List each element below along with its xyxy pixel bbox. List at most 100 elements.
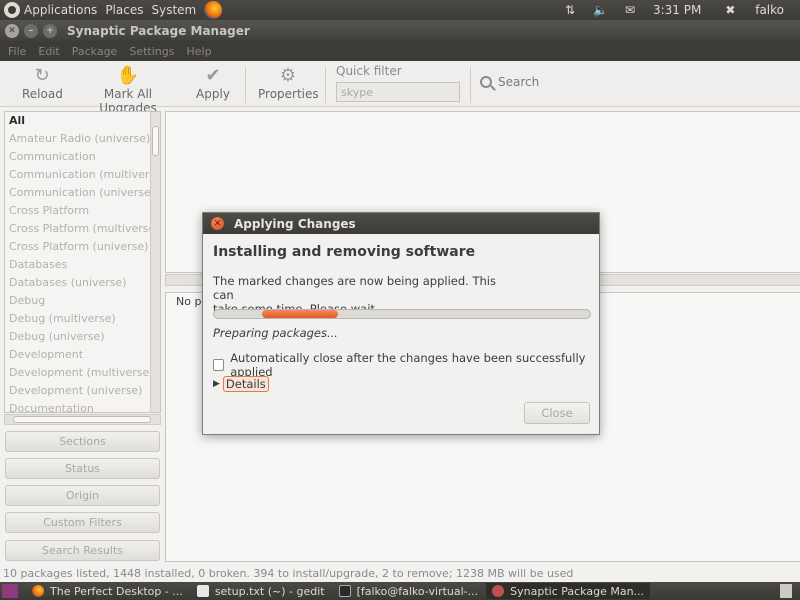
task-synaptic[interactable]: Synaptic Package Man... (486, 583, 651, 599)
section-item[interactable]: Cross Platform (multiverse) (5, 220, 160, 238)
user-menu[interactable]: ✖ falko (717, 3, 792, 17)
toolbar-separator (245, 67, 246, 103)
task-terminal[interactable]: [falko@falko-virtual-... (333, 583, 485, 599)
task-label: Synaptic Package Man... (510, 584, 645, 598)
section-item[interactable]: Documentation (5, 400, 160, 412)
sections-scrollbar[interactable] (150, 112, 160, 412)
dialog-message-line: The marked changes are now being applied… (213, 274, 496, 302)
gedit-icon (196, 585, 209, 597)
sections-filter-button[interactable]: Sections (5, 431, 160, 452)
section-item[interactable]: Development (multiverse) (5, 364, 160, 382)
menu-package[interactable]: Package (72, 45, 118, 58)
firefox-launcher-icon[interactable] (204, 1, 223, 19)
window-maximize-icon[interactable]: + (43, 23, 57, 38)
system-tray: ⇅ 🔈 ✉ 3:31 PM ✖ falko (555, 0, 800, 20)
properties-label: Properties (258, 87, 319, 101)
details-label: Details (222, 376, 269, 392)
section-item[interactable]: Cross Platform (5, 202, 160, 220)
dialog-close-icon[interactable]: ✕ (211, 217, 224, 230)
menu-edit[interactable]: Edit (38, 45, 59, 58)
description-text: No p (176, 295, 202, 308)
window-close-icon[interactable]: ✕ (5, 23, 19, 38)
top-panel: Applications Places System ⇅ 🔈 ✉ 3:31 PM… (0, 0, 800, 20)
sections-hscrollbar[interactable] (4, 414, 161, 425)
window-titlebar: ✕ – + Synaptic Package Manager (0, 20, 800, 41)
section-item[interactable]: Databases (5, 256, 160, 274)
section-item[interactable]: Databases (universe) (5, 274, 160, 292)
scrollbar-thumb[interactable] (13, 416, 151, 423)
section-item[interactable]: Communication (universe) (5, 184, 160, 202)
applying-changes-dialog: ✕ Applying Changes Installing and removi… (202, 212, 600, 435)
auto-close-option[interactable]: Automatically close after the changes ha… (213, 351, 599, 379)
auto-close-label: Automatically close after the changes ha… (230, 351, 586, 379)
window-title: Synaptic Package Manager (67, 23, 250, 38)
status-filter-button[interactable]: Status (5, 458, 160, 479)
apply-label: Apply (196, 87, 230, 101)
section-item[interactable]: All (5, 112, 160, 130)
mark-all-upgrades-button[interactable]: ✋ Mark All Upgrades (78, 65, 178, 115)
section-item[interactable]: Development (5, 346, 160, 364)
section-item[interactable]: Debug (5, 292, 160, 310)
section-item[interactable]: Communication (5, 148, 160, 166)
window-minimize-icon[interactable]: – (24, 23, 38, 38)
ubuntu-logo-icon (4, 2, 20, 18)
volume-icon[interactable]: 🔈 (593, 3, 608, 17)
toolbar-separator (325, 67, 326, 103)
task-label: [falko@falko-virtual-... (356, 584, 479, 598)
menu-file[interactable]: File (8, 45, 26, 58)
network-icon[interactable]: ⇅ (563, 3, 577, 17)
origin-filter-button[interactable]: Origin (5, 485, 160, 506)
auto-close-checkbox[interactable] (213, 359, 225, 371)
sections-list[interactable]: All Amateur Radio (universe) Communication… (4, 111, 161, 413)
task-label: setup.txt (~) - gedit (214, 584, 325, 598)
hand-icon: ✋ (116, 65, 140, 86)
expander-triangle-icon: ▶ (213, 379, 220, 389)
user-name: falko (755, 3, 784, 17)
search-button[interactable]: Search (480, 75, 539, 89)
menu-help[interactable]: Help (186, 45, 211, 58)
show-desktop-icon[interactable] (2, 584, 18, 598)
search-results-button[interactable]: Search Results (5, 540, 160, 561)
task-firefox[interactable]: The Perfect Desktop - ... (26, 583, 189, 599)
menubar: File Edit Package Settings Help (0, 41, 800, 61)
firefox-icon (32, 585, 44, 597)
quick-filter-input[interactable] (336, 82, 460, 102)
gear-icon: ⚙ (279, 65, 297, 86)
custom-filters-button[interactable]: Custom Filters (5, 512, 160, 533)
progress-status: Preparing packages... (213, 326, 338, 340)
section-item[interactable]: Debug (multiverse) (5, 310, 160, 328)
task-label: The Perfect Desktop - ... (50, 584, 183, 598)
toolbar: ↻ Reload ✋ Mark All Upgrades ✔ Apply ⚙ P… (0, 61, 800, 115)
toolbar-separator (470, 67, 471, 103)
apply-button[interactable]: ✔ Apply (195, 65, 231, 101)
clock[interactable]: 3:31 PM (653, 3, 701, 17)
scrollbar-thumb[interactable] (152, 126, 159, 156)
quick-filter-label: Quick filter (336, 64, 402, 78)
status-bar: 10 packages listed, 1448 installed, 0 br… (0, 566, 800, 582)
section-item[interactable]: Communication (multiverse) (5, 166, 160, 184)
section-item[interactable]: Amateur Radio (universe) (5, 130, 160, 148)
taskbar: The Perfect Desktop - ... setup.txt (~) … (0, 582, 800, 600)
places-menu[interactable]: Places (105, 3, 143, 17)
checkmark-icon: ✔ (205, 65, 221, 86)
system-menu[interactable]: System (151, 3, 196, 17)
progress-pulse (262, 310, 338, 318)
applications-menu[interactable]: Applications (24, 3, 97, 17)
trash-icon[interactable] (780, 584, 792, 598)
search-label: Search (498, 75, 540, 89)
progress-bar (213, 309, 591, 319)
properties-button[interactable]: ⚙ Properties (258, 65, 319, 101)
terminal-icon (338, 585, 351, 597)
dialog-title: Applying Changes (234, 216, 356, 231)
search-icon (480, 76, 492, 88)
section-item[interactable]: Cross Platform (universe) (5, 238, 160, 256)
task-gedit[interactable]: setup.txt (~) - gedit (191, 583, 331, 599)
reload-button[interactable]: ↻ Reload (22, 65, 63, 101)
close-button[interactable]: Close (524, 402, 590, 424)
section-item[interactable]: Development (universe) (5, 382, 160, 400)
details-expander[interactable]: ▶ Details (213, 376, 269, 392)
dialog-heading: Installing and removing software (213, 244, 476, 260)
mail-icon[interactable]: ✉ (623, 3, 637, 17)
menu-settings[interactable]: Settings (129, 45, 174, 58)
section-item[interactable]: Debug (universe) (5, 328, 160, 346)
